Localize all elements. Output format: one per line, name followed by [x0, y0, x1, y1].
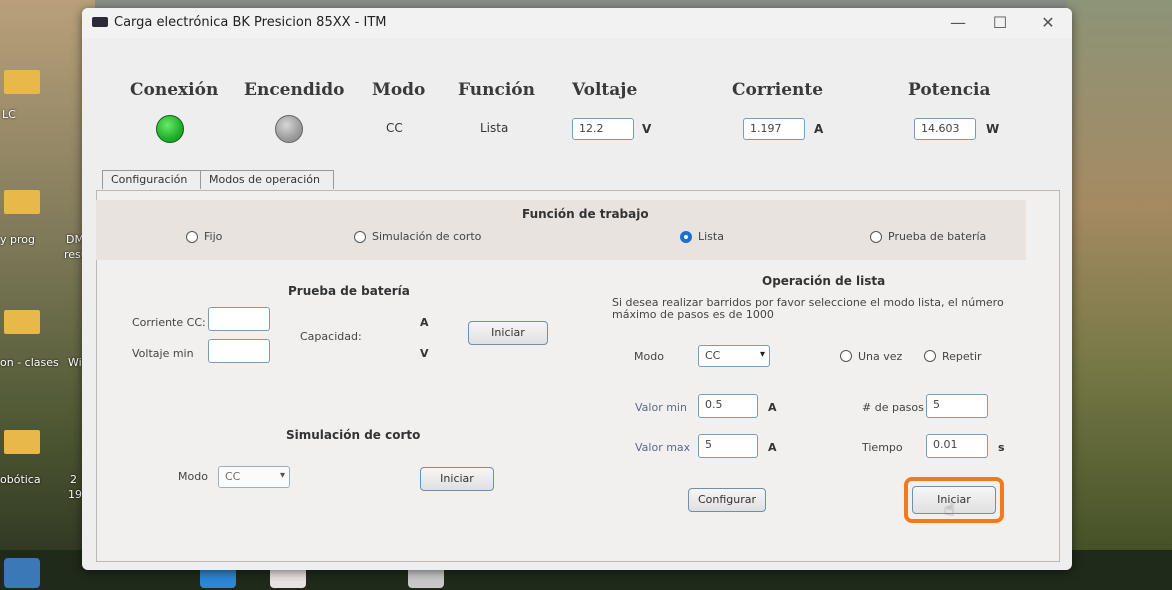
desktop-label: obótica: [0, 473, 41, 486]
prueba-bateria-title: Prueba de batería: [288, 284, 410, 298]
radio-fijo[interactable]: [186, 231, 198, 243]
corto-iniciar-button[interactable]: Iniciar: [420, 467, 494, 491]
maximize-button[interactable]: ☐: [980, 12, 1020, 34]
valor-min-unit: A: [768, 401, 777, 414]
title-bar[interactable]: Carga electrónica BK Presicion 85XX - IT…: [82, 8, 1072, 38]
modo-value: CC: [386, 121, 403, 135]
corriente-unit: A: [814, 122, 824, 136]
funcion-heading: Función: [458, 80, 535, 100]
tiempo-unit: s: [998, 441, 1005, 454]
radio-simulacion-corto-label: Simulación de corto: [372, 230, 482, 243]
simulacion-corto-title: Simulación de corto: [286, 428, 421, 442]
configurar-button[interactable]: Configurar: [688, 488, 766, 512]
funcion-trabajo-title: Función de trabajo: [522, 207, 649, 221]
lista-modo-value: CC: [705, 349, 721, 362]
desktop-label: Wi: [68, 356, 82, 369]
valor-min-label: Valor min: [635, 401, 687, 414]
potencia-field[interactable]: 14.603: [914, 118, 976, 140]
valor-max-unit: A: [768, 441, 777, 454]
desktop-folder-icon[interactable]: [4, 190, 40, 214]
desktop-folder-icon[interactable]: [4, 70, 40, 94]
operacion-lista-info: Si desea realizar barridos por favor sel…: [612, 296, 1004, 321]
desktop-label: 19: [68, 488, 82, 501]
recycle-bin-icon[interactable]: [4, 558, 40, 588]
radio-simulacion-corto[interactable]: [354, 231, 366, 243]
valor-min-input[interactable]: 0.5: [698, 394, 758, 418]
window-title: Carga electrónica BK Presicion 85XX - IT…: [114, 15, 387, 30]
voltaje-heading: Voltaje: [572, 80, 638, 100]
desktop-right-area: [1067, 0, 1172, 590]
radio-repetir-label: Repetir: [942, 350, 982, 363]
potencia-unit: W: [986, 122, 1000, 136]
encendido-heading: Encendido: [244, 80, 345, 100]
capacidad-unit-a: A: [420, 316, 429, 329]
voltaje-min-input[interactable]: [208, 339, 270, 363]
voltaje-min-label: Voltaje min: [132, 347, 194, 360]
corriente-heading: Corriente: [732, 80, 824, 100]
capacidad-label: Capacidad:: [300, 330, 362, 343]
bateria-iniciar-button[interactable]: Iniciar: [468, 321, 548, 345]
radio-prueba-bateria-label: Prueba de batería: [888, 230, 987, 243]
app-window: Carga electrónica BK Presicion 85XX - IT…: [82, 8, 1072, 570]
corto-modo-value: CC: [225, 470, 241, 483]
tab-modos-operacion[interactable]: Modos de operación: [200, 170, 334, 189]
corriente-field[interactable]: 1.197: [743, 118, 805, 140]
desktop-label: y prog: [0, 233, 35, 246]
capacidad-unit-v: V: [420, 347, 429, 360]
radio-lista[interactable]: [680, 231, 692, 243]
radio-fijo-label: Fijo: [204, 230, 223, 243]
funcion-value: Lista: [480, 121, 509, 135]
tiempo-label: Tiempo: [862, 441, 903, 454]
valor-max-input[interactable]: 5: [698, 434, 758, 458]
pasos-input[interactable]: 5: [926, 394, 988, 418]
lista-modo-select[interactable]: CC ▾: [698, 345, 770, 367]
chevron-down-icon: ▾: [279, 470, 285, 481]
radio-lista-label: Lista: [698, 230, 724, 243]
corriente-cc-label: Corriente CC:: [132, 316, 206, 329]
valor-max-label: Valor max: [635, 441, 691, 454]
desktop-folder-icon[interactable]: [4, 430, 40, 454]
corto-modo-select[interactable]: CC ▾: [218, 466, 290, 488]
lista-modo-label: Modo: [634, 350, 664, 363]
conexion-indicator: [156, 115, 184, 143]
encendido-indicator: [275, 115, 303, 143]
modo-heading: Modo: [372, 80, 426, 100]
voltaje-unit: V: [642, 122, 652, 136]
corto-modo-label: Modo: [178, 470, 208, 483]
radio-prueba-bateria[interactable]: [870, 231, 882, 243]
desktop-folder-icon[interactable]: [4, 310, 40, 334]
radio-una-vez[interactable]: [840, 350, 852, 362]
radio-repetir[interactable]: [924, 350, 936, 362]
conexion-heading: Conexión: [130, 80, 219, 100]
chevron-down-icon: ▾: [759, 349, 765, 360]
tiempo-input[interactable]: 0.01: [926, 434, 988, 458]
app-logo-icon: [92, 17, 108, 27]
desktop-label: on - clases: [0, 356, 59, 369]
desktop-label: LC: [2, 108, 16, 121]
radio-una-vez-label: Una vez: [858, 350, 903, 363]
close-button[interactable]: ✕: [1028, 12, 1068, 34]
pasos-label: # de pasos: [862, 401, 924, 414]
potencia-heading: Potencia: [908, 80, 991, 100]
tab-configuracion[interactable]: Configuración: [102, 170, 202, 189]
minimize-button[interactable]: —: [938, 12, 978, 34]
voltaje-field[interactable]: 12.2: [572, 118, 634, 140]
mouse-cursor-icon: ☝: [944, 499, 955, 520]
operacion-lista-title: Operación de lista: [762, 274, 886, 288]
corriente-cc-input[interactable]: [208, 307, 270, 331]
desktop-label: 2: [70, 473, 77, 486]
